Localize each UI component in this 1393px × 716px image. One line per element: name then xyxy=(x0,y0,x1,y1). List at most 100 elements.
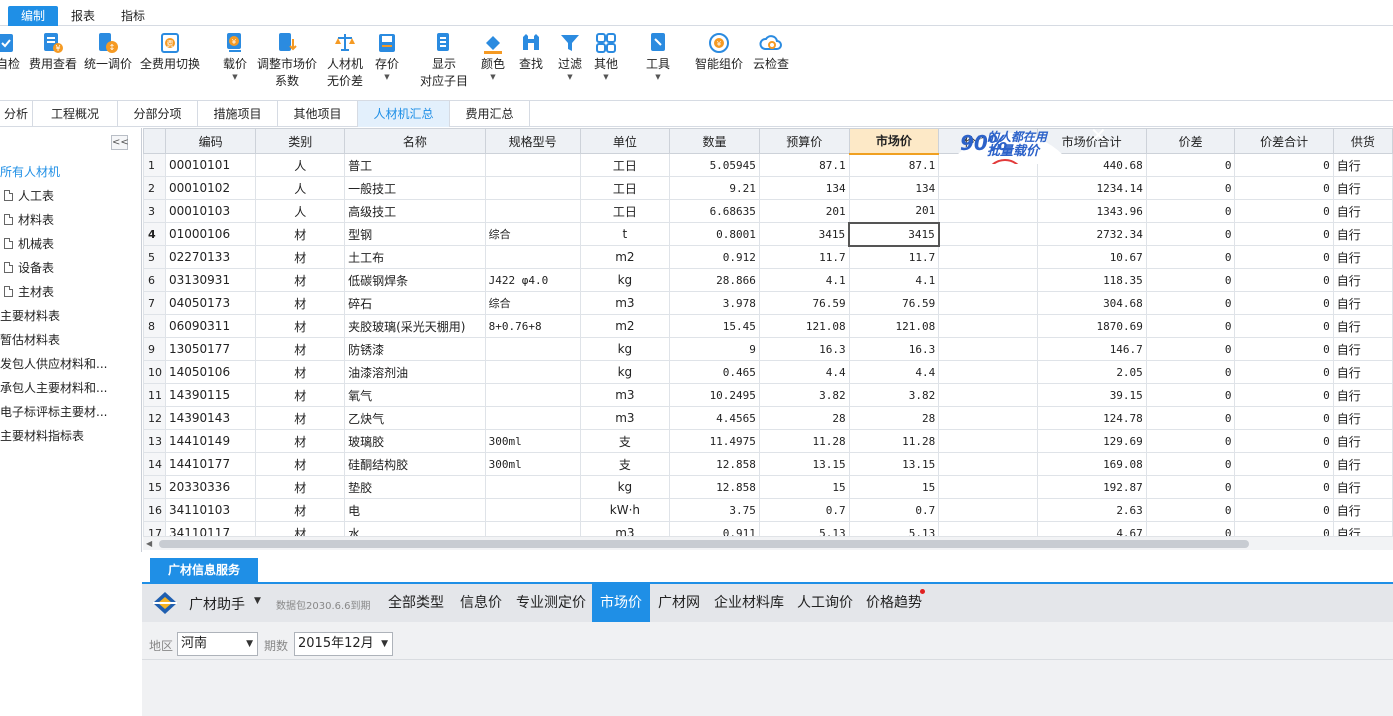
tab-rcj-summary[interactable]: 人材机汇总 xyxy=(358,101,450,127)
code-cell[interactable]: 00010103 xyxy=(164,199,257,223)
market-price-cell[interactable]: 3.82 xyxy=(848,383,940,407)
table-row[interactable]: 1 00010101 人普工 工日 5.05945 87.1 87.1 440.68 0 0 自行 xyxy=(143,153,1393,177)
name-cell[interactable]: 碎石 xyxy=(344,291,486,315)
market-total-cell[interactable]: 1870.69 xyxy=(1036,314,1147,338)
spec-cell[interactable]: 300ml xyxy=(484,429,581,453)
supply-cell[interactable]: 自行 xyxy=(1332,245,1393,269)
row-number[interactable]: 2 xyxy=(143,176,166,200)
table-row[interactable]: 7 04050173 材碎石 综合 m3 3.978 76.59 76.59 304.68 0 0 自… xyxy=(143,291,1393,315)
unit-cell[interactable]: 工日 xyxy=(579,176,671,200)
diff-total-cell[interactable]: 0 xyxy=(1234,498,1334,522)
code-header[interactable]: 编码 xyxy=(164,128,257,154)
unit-cell[interactable]: m3 xyxy=(579,383,671,407)
price-diff-cell[interactable]: 0 xyxy=(1145,498,1236,522)
service-tab-guangcai-net[interactable]: 广材网 xyxy=(654,584,704,622)
price-diff-cell[interactable]: 0 xyxy=(1145,360,1236,384)
fee-view-button[interactable]: ¥ 费用查看 xyxy=(26,31,80,72)
table-row[interactable]: 14 14410177 材硅酮结构胶 300ml 支 12.858 13.15 13.15 16… xyxy=(143,452,1393,476)
row-number[interactable]: 5 xyxy=(143,245,166,269)
price-source-cell[interactable] xyxy=(938,498,1038,522)
row-number[interactable]: 16 xyxy=(143,498,166,522)
supply-cell[interactable]: 自行 xyxy=(1332,153,1393,177)
row-number[interactable]: 3 xyxy=(143,199,166,223)
price-diff-cell[interactable]: 0 xyxy=(1145,383,1236,407)
name-cell[interactable]: 油漆溶剂油 xyxy=(344,360,486,384)
spec-cell[interactable] xyxy=(484,406,581,430)
spec-cell[interactable] xyxy=(484,383,581,407)
unit-cell[interactable]: m3 xyxy=(579,521,671,536)
price-diff-header[interactable]: 价差 xyxy=(1145,128,1236,154)
supply-cell[interactable]: 自行 xyxy=(1332,498,1393,522)
quantity-header[interactable]: 数量 xyxy=(669,128,760,154)
market-total-cell[interactable]: 2.63 xyxy=(1036,498,1147,522)
diff-total-cell[interactable]: 0 xyxy=(1234,452,1334,476)
horizontal-scrollbar[interactable]: ◀ xyxy=(143,536,1393,550)
unit-cell[interactable]: 工日 xyxy=(579,199,671,223)
category-cell[interactable]: 人 xyxy=(255,153,346,177)
name-cell[interactable]: 型钢 xyxy=(344,222,486,246)
price-diff-cell[interactable]: 0 xyxy=(1145,406,1236,430)
tree-item-labor[interactable]: 人工表 xyxy=(4,186,54,206)
market-price-cell[interactable]: 134 xyxy=(848,176,940,200)
category-cell[interactable]: 材 xyxy=(255,498,346,522)
category-cell[interactable]: 材 xyxy=(255,452,346,476)
category-header[interactable]: 类别 xyxy=(255,128,346,154)
quantity-cell[interactable]: 28.866 xyxy=(669,268,760,292)
budget-price-cell[interactable]: 16.3 xyxy=(758,337,850,361)
diff-total-cell[interactable]: 0 xyxy=(1234,291,1334,315)
market-total-cell[interactable]: 2732.34 xyxy=(1036,222,1147,246)
row-number[interactable]: 14 xyxy=(143,452,166,476)
budget-price-cell[interactable]: 0.7 xyxy=(758,498,850,522)
cloud-check-button[interactable]: 云检查 xyxy=(752,31,790,72)
code-cell[interactable]: 14410149 xyxy=(164,429,257,453)
tree-item-contractor-main[interactable]: 承包人主要材料和... xyxy=(0,378,107,398)
name-header[interactable]: 名称 xyxy=(344,128,486,154)
diff-total-cell[interactable]: 0 xyxy=(1234,268,1334,292)
market-total-cell[interactable]: 10.67 xyxy=(1036,245,1147,269)
code-cell[interactable]: 04050173 xyxy=(164,291,257,315)
price-source-cell[interactable] xyxy=(938,429,1038,453)
diff-total-cell[interactable]: 0 xyxy=(1234,199,1334,223)
spec-cell[interactable]: 300ml xyxy=(484,452,581,476)
budget-price-cell[interactable]: 76.59 xyxy=(758,291,850,315)
price-diff-cell[interactable]: 0 xyxy=(1145,452,1236,476)
market-price-cell[interactable]: 5.13 xyxy=(848,521,940,536)
code-cell[interactable]: 34110117 xyxy=(164,521,257,536)
quantity-cell[interactable]: 3.75 xyxy=(669,498,760,522)
tab-measures[interactable]: 措施项目 xyxy=(198,101,278,127)
price-diff-cell[interactable]: 0 xyxy=(1145,475,1236,499)
diff-total-cell[interactable]: 0 xyxy=(1234,153,1334,177)
service-tab-market-price[interactable]: 市场价 xyxy=(592,584,650,622)
unit-cell[interactable]: 工日 xyxy=(579,153,671,177)
quantity-cell[interactable]: 10.2495 xyxy=(669,383,760,407)
unit-cell[interactable]: m3 xyxy=(579,291,671,315)
budget-price-cell[interactable]: 134 xyxy=(758,176,850,200)
unit-cell[interactable]: t xyxy=(579,222,671,246)
show-sub-items-button[interactable]: 显示 对应子目 xyxy=(418,31,470,89)
code-cell[interactable]: 34110103 xyxy=(164,498,257,522)
spec-cell[interactable] xyxy=(484,475,581,499)
spec-cell[interactable]: 8+0.76+8 xyxy=(484,314,581,338)
price-source-cell[interactable] xyxy=(938,199,1038,223)
category-cell[interactable]: 人 xyxy=(255,199,346,223)
code-cell[interactable]: 02270133 xyxy=(164,245,257,269)
price-diff-cell[interactable]: 0 xyxy=(1145,521,1236,536)
diff-total-cell[interactable]: 0 xyxy=(1234,245,1334,269)
tab-material-info-service[interactable]: 广材信息服务 xyxy=(150,558,258,582)
name-cell[interactable]: 水 xyxy=(344,521,486,536)
table-row[interactable]: 2 00010102 人一般技工 工日 9.21 134 134 1234.14 0 0 自行 xyxy=(143,176,1393,200)
service-tab-info-price[interactable]: 信息价 xyxy=(456,584,506,622)
price-source-cell[interactable] xyxy=(938,291,1038,315)
quantity-cell[interactable]: 0.465 xyxy=(669,360,760,384)
tree-item-machine[interactable]: 机械表 xyxy=(4,234,54,254)
period-select[interactable]: 2015年12月 ▼ xyxy=(294,632,393,656)
supply-cell[interactable]: 自行 xyxy=(1332,268,1393,292)
market-price-cell[interactable]: 121.08 xyxy=(848,314,940,338)
category-cell[interactable]: 材 xyxy=(255,360,346,384)
category-cell[interactable]: 材 xyxy=(255,475,346,499)
price-source-cell[interactable] xyxy=(938,222,1038,246)
tree-item-employer-supplied[interactable]: 发包人供应材料和... xyxy=(0,354,107,374)
budget-price-cell[interactable]: 15 xyxy=(758,475,850,499)
price-diff-cell[interactable]: 0 xyxy=(1145,337,1236,361)
diff-total-cell[interactable]: 0 xyxy=(1234,176,1334,200)
